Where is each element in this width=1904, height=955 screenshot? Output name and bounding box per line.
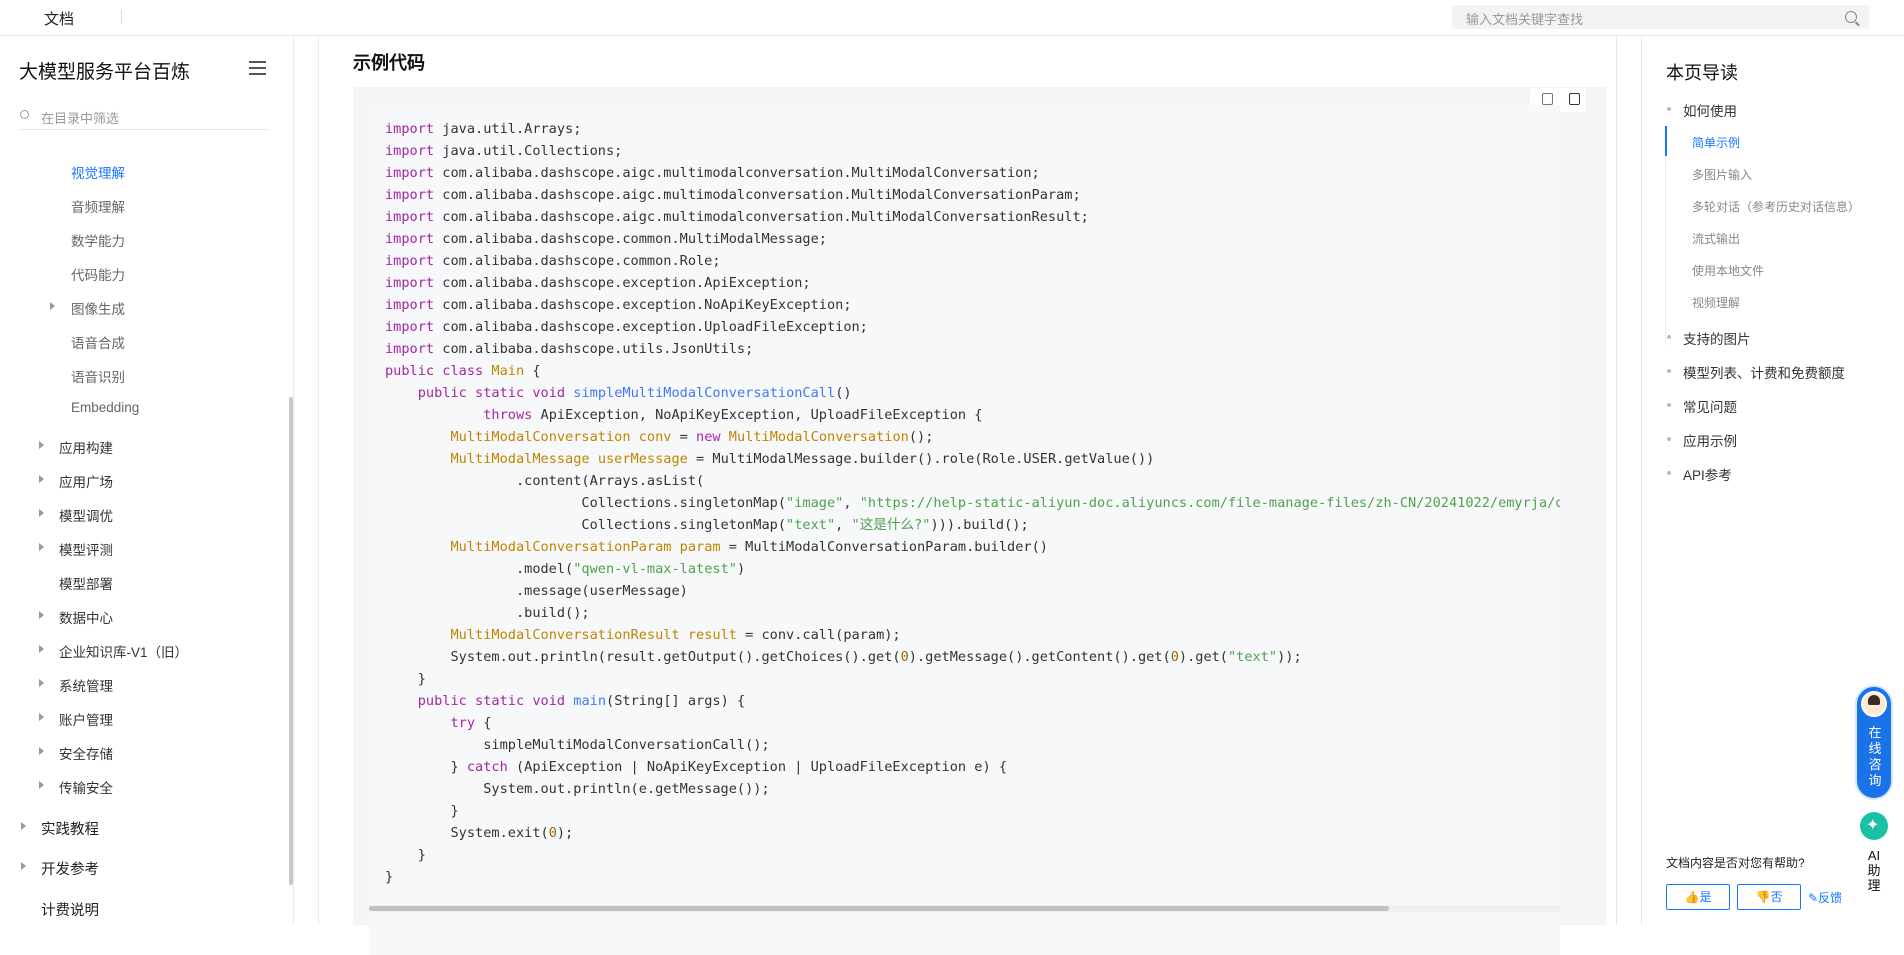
toc-title: 本页导读 — [1666, 63, 1738, 83]
sidebar-item-speech-recognition[interactable]: 语音识别 — [71, 366, 125, 386]
chevron-right-icon[interactable] — [21, 822, 26, 830]
format-code-icon[interactable] — [1542, 93, 1553, 105]
sidebar-title: 大模型服务平台百炼 — [19, 62, 191, 83]
content-right-border — [1616, 37, 1617, 925]
toc-bullet — [1667, 369, 1671, 373]
sidebar-item-image-generation[interactable]: 图像生成 — [71, 298, 125, 318]
sidebar-item-data-center[interactable]: 数据中心 — [59, 607, 113, 627]
sidebar-scrollbar[interactable] — [289, 397, 293, 885]
sidebar-item-code[interactable]: 代码能力 — [71, 264, 125, 284]
chevron-right-icon[interactable] — [39, 781, 44, 789]
toc-bullet — [1667, 335, 1671, 339]
sidebar-item-model-eval[interactable]: 模型评测 — [59, 539, 113, 559]
menu-collapse-icon[interactable] — [249, 61, 266, 75]
docs-brand-link[interactable]: 文档 — [44, 8, 74, 29]
toc-bullet — [1667, 437, 1671, 441]
toc-item-model-list[interactable]: 模型列表、计费和免费额度 — [1683, 362, 1845, 382]
sidebar-item-app-plaza[interactable]: 应用广场 — [59, 471, 113, 491]
sidebar-nav: 大模型服务平台百炼 在目录中筛选 视觉理解 音频理解 数学能力 代码能力 图像生… — [0, 37, 294, 925]
doc-search-box[interactable]: 输入文档关键字查找 — [1452, 5, 1869, 29]
code-scroll-thumb[interactable] — [369, 906, 1389, 911]
online-consult-button[interactable]: 在线咨询 — [1855, 685, 1893, 800]
thumbs-down-icon: 👎 — [1755, 890, 1771, 904]
main-content: 示例代码 import java.util.Arrays; import jav… — [294, 37, 1617, 955]
ai-assistant-label[interactable]: AI助理 — [1865, 848, 1883, 893]
copy-icon[interactable] — [1569, 93, 1580, 105]
toc-item-supported-images[interactable]: 支持的图片 — [1683, 328, 1751, 348]
toc-item-streaming[interactable]: 流式输出 — [1692, 230, 1740, 247]
feedback-no-button[interactable]: 👎否 — [1737, 884, 1801, 910]
chevron-right-icon[interactable] — [21, 862, 26, 870]
toc-item-video[interactable]: 视频理解 — [1692, 294, 1740, 311]
directory-filter-placeholder: 在目录中筛选 — [41, 111, 120, 126]
chevron-right-icon[interactable] — [39, 441, 44, 449]
sidebar-item-app-build[interactable]: 应用构建 — [59, 437, 113, 457]
feedback-yes-label: 是 — [1699, 890, 1712, 904]
toc-item-api-reference[interactable]: API参考 — [1683, 464, 1732, 484]
toc-item-simple-example[interactable]: 简单示例 — [1692, 134, 1740, 151]
chevron-right-icon[interactable] — [39, 713, 44, 721]
ai-assistant-icon[interactable] — [1860, 812, 1888, 840]
sidebar-item-visual-understanding[interactable]: 视觉理解 — [71, 162, 125, 182]
toc-item-how-to-use[interactable]: 如何使用 — [1683, 100, 1737, 120]
chevron-right-icon[interactable] — [39, 611, 44, 619]
toc-active-indicator — [1665, 126, 1667, 156]
chevron-right-icon[interactable] — [39, 509, 44, 517]
top-divider — [121, 10, 122, 24]
sidebar-item-billing[interactable]: 计费说明 — [41, 899, 99, 920]
filter-search-icon — [20, 110, 29, 119]
toc-item-app-examples[interactable]: 应用示例 — [1683, 430, 1737, 450]
section-title: 示例代码 — [353, 53, 425, 73]
agent-avatar — [1861, 691, 1887, 717]
top-bar: 文档 输入文档关键字查找 — [0, 0, 1904, 36]
directory-filter-input[interactable]: 在目录中筛选 — [19, 103, 269, 130]
content-left-border — [318, 37, 319, 925]
sidebar-item-system-mgmt[interactable]: 系统管理 — [59, 675, 113, 695]
toc-item-faq[interactable]: 常见问题 — [1683, 396, 1737, 416]
edit-icon: ✎ — [1808, 891, 1819, 905]
feedback-report-link[interactable]: ✎反馈 — [1808, 889, 1842, 906]
sidebar-item-account-mgmt[interactable]: 账户管理 — [59, 709, 113, 729]
sidebar-item-secure-storage[interactable]: 安全存储 — [59, 743, 113, 763]
sidebar-item-audio-understanding[interactable]: 音频理解 — [71, 196, 125, 216]
code-block[interactable]: import java.util.Arrays; import java.uti… — [369, 105, 1560, 955]
chevron-right-icon[interactable] — [39, 679, 44, 687]
feedback-report-label: 反馈 — [1818, 891, 1843, 905]
toc-bullet — [1667, 107, 1671, 111]
sidebar-item-model-deploy[interactable]: 模型部署 — [59, 573, 113, 593]
chevron-right-icon[interactable] — [39, 645, 44, 653]
sidebar-item-tutorials[interactable]: 实践教程 — [41, 818, 99, 839]
chevron-right-icon[interactable] — [50, 302, 55, 310]
thumbs-up-icon: 👍 — [1684, 890, 1700, 904]
sidebar-item-math[interactable]: 数学能力 — [71, 230, 125, 250]
sidebar-item-model-tuning[interactable]: 模型调优 — [59, 505, 113, 525]
online-consult-label: 在线咨询 — [1868, 725, 1882, 788]
sidebar-item-dev-reference[interactable]: 开发参考 — [41, 858, 99, 879]
search-icon[interactable] — [1845, 11, 1857, 23]
chevron-right-icon[interactable] — [39, 475, 44, 483]
doc-search-input[interactable]: 输入文档关键字查找 — [1466, 9, 1583, 28]
chevron-right-icon[interactable] — [39, 747, 44, 755]
toc-item-multi-image[interactable]: 多图片输入 — [1692, 166, 1752, 183]
feedback-yes-button[interactable]: 👍是 — [1666, 884, 1730, 910]
sidebar-item-transport-security[interactable]: 传输安全 — [59, 777, 113, 797]
code-content: import java.util.Arrays; import java.uti… — [385, 121, 1560, 885]
feedback-no-label: 否 — [1770, 890, 1783, 904]
feedback-question: 文档内容是否对您有帮助? — [1666, 856, 1805, 870]
toc-item-multi-turn[interactable]: 多轮对话（参考历史对话信息） — [1692, 198, 1860, 215]
toc-item-local-file[interactable]: 使用本地文件 — [1692, 262, 1764, 279]
sidebar-item-speech-synthesis[interactable]: 语音合成 — [71, 332, 125, 352]
chevron-right-icon[interactable] — [39, 543, 44, 551]
toc-bullet — [1667, 471, 1671, 475]
toc-sub-line — [1665, 156, 1666, 346]
sidebar-item-embedding[interactable]: Embedding — [71, 400, 139, 415]
toc-bullet — [1667, 403, 1671, 407]
sidebar-item-kb-v1[interactable]: 企业知识库-V1（旧） — [59, 641, 188, 661]
